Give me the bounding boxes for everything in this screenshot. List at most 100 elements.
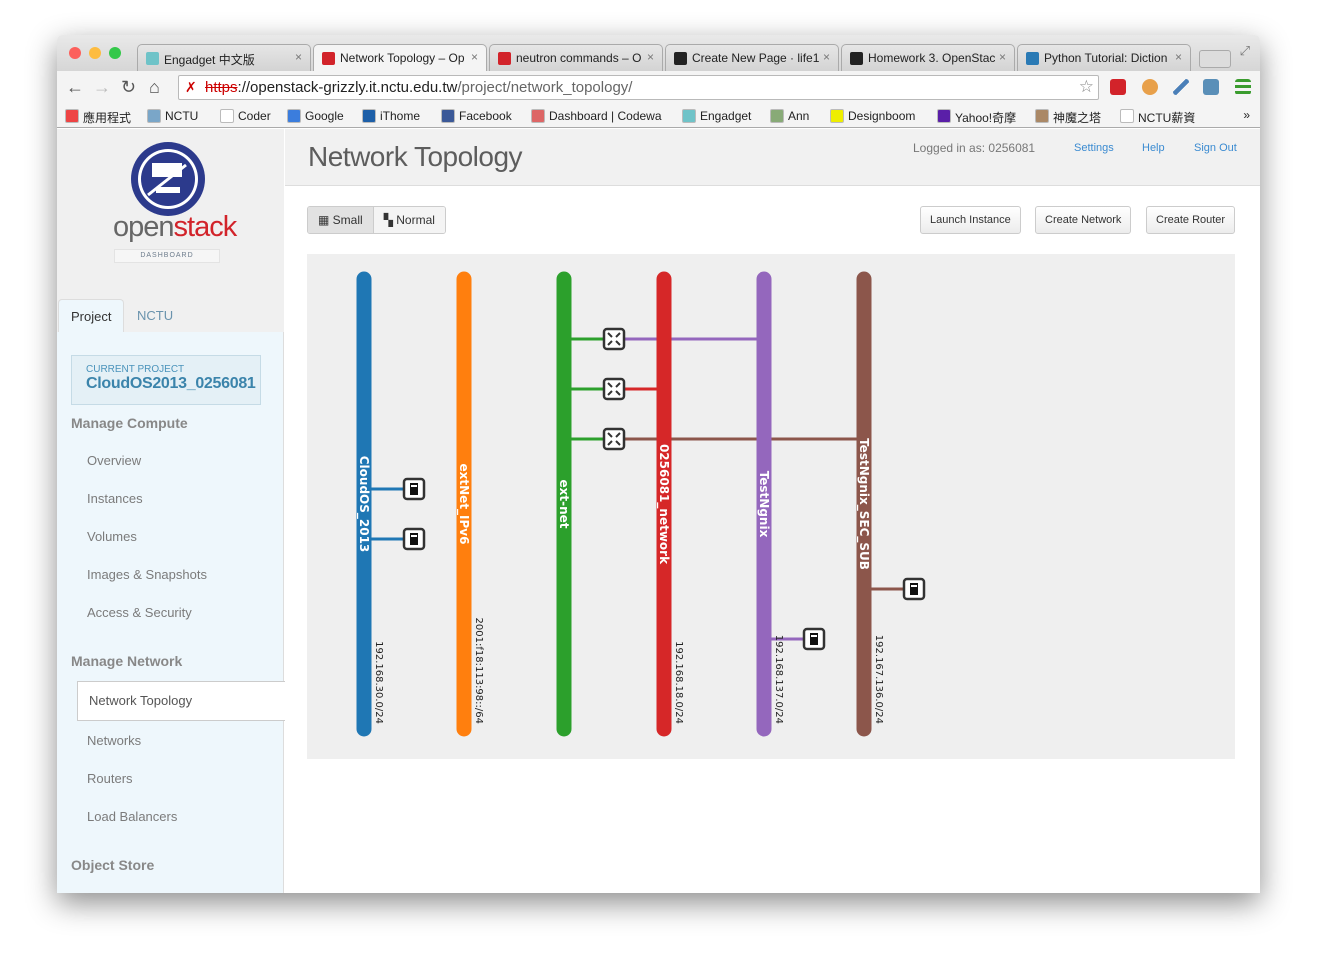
back-icon[interactable]: ← xyxy=(66,77,84,98)
logged-in-user: Logged in as: 0256081 xyxy=(913,141,1036,155)
fullscreen-icon[interactable]: ⤢ xyxy=(1240,43,1250,59)
sidebar-item-networks[interactable]: Networks xyxy=(87,733,141,748)
tab-close-icon[interactable]: × xyxy=(647,50,654,64)
tab-favicon-icon xyxy=(1026,52,1039,65)
browser-tab[interactable]: Network Topology – Op × xyxy=(313,44,487,71)
bookmark-item[interactable]: Ann xyxy=(770,109,809,123)
browser-window: Engadget 中文版 × Network Topology – Op × neutr… xyxy=(57,35,1260,893)
server-slot-line xyxy=(411,535,417,537)
bookmark-item[interactable]: Yahoo!奇摩 xyxy=(937,109,1016,126)
address-bar[interactable]: ✗ https://openstack-grizzly.it.nctu.edu.… xyxy=(178,75,1099,100)
browser-tab[interactable]: Homework 3. OpenStac × xyxy=(841,44,1015,71)
bookmark-icon xyxy=(362,109,376,123)
bookmark-icon xyxy=(220,109,234,123)
bookmark-item[interactable]: Dashboard | Codewa xyxy=(531,109,662,123)
sidebar-item-volumes[interactable]: Volumes xyxy=(87,529,137,544)
sidebar-item-routers[interactable]: Routers xyxy=(87,771,133,786)
reload-icon[interactable]: ↻ xyxy=(121,77,136,98)
server-icon[interactable] xyxy=(910,583,918,595)
topology-canvas: CloudOS_2013 192.168.30.0/24 extNet_IPv6 20… xyxy=(307,254,1235,759)
router-icon[interactable] xyxy=(602,327,626,351)
bookmark-item[interactable]: NCTU xyxy=(147,109,198,123)
tab-favicon-icon xyxy=(146,52,159,65)
sidebar-item-images-snapshots[interactable]: Images & Snapshots xyxy=(87,567,207,582)
bookmark-item[interactable]: Designboom xyxy=(830,109,915,123)
bookmarks-more-button[interactable]: » xyxy=(1243,108,1250,122)
launch-instance-button[interactable]: Launch Instance xyxy=(920,206,1021,234)
tab-close-icon[interactable]: × xyxy=(295,50,302,64)
new-tab-button[interactable] xyxy=(1199,50,1231,68)
sidebar: openstack DASHBOARD Project NCTU CURRENT… xyxy=(57,129,285,893)
network-cidr-label: 192.167.136.0/24 xyxy=(873,635,884,724)
view-size-toggle: ▦ Small ▚ Normal xyxy=(307,206,446,234)
sidebar-item-overview[interactable]: Overview xyxy=(87,453,141,468)
grid-small-icon: ▦ xyxy=(318,213,333,227)
create-router-button[interactable]: Create Router xyxy=(1146,206,1236,234)
network-name-label: extNet_IPv6 xyxy=(456,464,471,545)
tab-nctu[interactable]: NCTU xyxy=(125,299,185,332)
tab-close-icon[interactable]: × xyxy=(471,50,478,64)
server-icon[interactable] xyxy=(410,483,418,495)
bookmark-icon xyxy=(65,109,79,123)
extension-book-icon[interactable] xyxy=(1110,79,1126,95)
tab-close-icon[interactable]: × xyxy=(823,50,830,64)
view-small-button[interactable]: ▦ Small xyxy=(308,207,374,233)
bookmark-star-icon[interactable]: ☆ xyxy=(1079,77,1094,97)
bookmark-item[interactable]: 神魔之塔 xyxy=(1035,109,1101,126)
server-icon[interactable] xyxy=(810,633,818,645)
router-icon[interactable] xyxy=(602,427,626,451)
network-name-label: ext-net xyxy=(557,479,571,528)
url-host: ://openstack-grizzly.it.nctu.edu.tw xyxy=(237,79,458,96)
minimize-window-button[interactable] xyxy=(89,47,101,59)
bookmark-item[interactable]: iThome xyxy=(362,109,420,123)
bookmark-item[interactable]: Google xyxy=(287,109,344,123)
home-icon[interactable]: ⌂ xyxy=(149,77,160,98)
bookmark-icon xyxy=(147,109,161,123)
bookmark-icon xyxy=(770,109,784,123)
browser-tab[interactable]: neutron commands – O × xyxy=(489,44,663,71)
bookmark-icon xyxy=(441,109,455,123)
insecure-lock-icon: ✗ xyxy=(185,79,197,95)
browser-tab[interactable]: Python Tutorial: Diction × xyxy=(1017,44,1191,71)
extension-cookie-icon[interactable] xyxy=(1142,79,1158,95)
tab-close-icon[interactable]: × xyxy=(999,50,1006,64)
current-project-label: CURRENT PROJECT xyxy=(86,364,185,375)
page-header: Network Topology Logged in as: 0256081 S… xyxy=(285,129,1260,186)
section-object-store[interactable]: Object Store xyxy=(71,857,154,873)
view-normal-button[interactable]: ▚ Normal xyxy=(373,207,445,233)
current-project-selector[interactable]: CURRENT PROJECT CloudOS2013_0256081 xyxy=(71,355,261,405)
settings-link[interactable]: Settings xyxy=(1074,142,1114,154)
sidebar-item-instances[interactable]: Instances xyxy=(87,491,143,506)
extension-eyedropper-icon[interactable] xyxy=(1173,79,1189,95)
menu-icon[interactable] xyxy=(1235,79,1251,95)
router-icon[interactable] xyxy=(602,377,626,401)
browser-tab[interactable]: Engadget 中文版 × xyxy=(137,44,311,71)
browser-tab[interactable]: Create New Page · life1 × xyxy=(665,44,839,71)
network-cidr-label: 192.168.30.0/24 xyxy=(373,641,384,724)
bookmark-item[interactable]: Coder xyxy=(220,109,271,123)
bookmark-icon xyxy=(830,109,844,123)
server-slot-line xyxy=(411,485,417,487)
network-cidr-label: 192.168.137.0/24 xyxy=(773,635,784,724)
extension-camera-icon[interactable] xyxy=(1203,79,1219,95)
bookmark-item[interactable]: Facebook xyxy=(441,109,512,123)
help-link[interactable]: Help xyxy=(1142,142,1165,154)
sign-out-link[interactable]: Sign Out xyxy=(1194,142,1237,154)
zoom-window-button[interactable] xyxy=(109,47,121,59)
bookmark-item[interactable]: NCTU薪資 xyxy=(1120,109,1195,126)
create-network-button[interactable]: Create Network xyxy=(1035,206,1132,234)
main-content: Network Topology Logged in as: 0256081 S… xyxy=(285,129,1260,893)
bookmark-item[interactable]: Engadget xyxy=(682,109,751,123)
url-path: /project/network_topology/ xyxy=(457,79,633,96)
tab-close-icon[interactable]: × xyxy=(1175,50,1182,64)
bookmark-item[interactable]: 應用程式 xyxy=(65,109,131,126)
tab-project[interactable]: Project xyxy=(58,299,125,332)
sidebar-item-access-security[interactable]: Access & Security xyxy=(87,605,192,620)
dashboard-label: DASHBOARD xyxy=(114,249,220,263)
sidebar-item-load-balancers[interactable]: Load Balancers xyxy=(87,809,177,824)
forward-icon[interactable]: → xyxy=(93,77,111,98)
current-project-name: CloudOS2013_0256081 xyxy=(86,375,256,392)
server-icon[interactable] xyxy=(410,533,418,545)
close-window-button[interactable] xyxy=(69,47,81,59)
sidebar-item-network-topology[interactable]: Network Topology xyxy=(77,681,285,721)
